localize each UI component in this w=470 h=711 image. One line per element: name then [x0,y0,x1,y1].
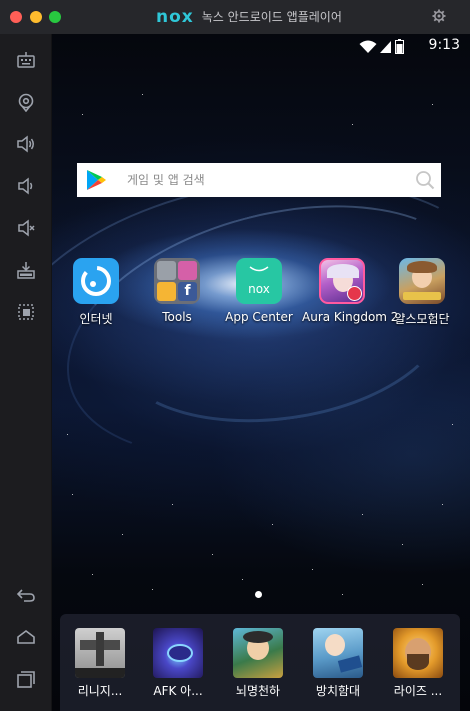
rise-of-kingdoms-icon [393,628,443,678]
lineage-icon [75,628,125,678]
dock-app-rise-of-kingdoms[interactable]: 라이즈 ... [386,628,450,699]
dock-app-lineage[interactable]: 리니지... [68,628,132,699]
tools-folder-icon: f [154,258,200,304]
settings-button[interactable] [432,9,446,23]
app-label: 방치함대 [315,684,361,698]
app-tools-folder[interactable]: f Tools [137,258,217,324]
aura-kingdom-icon [319,258,365,304]
recent-apps-button[interactable] [13,668,39,690]
dock-app-idle-fleet[interactable]: 방치함대 [306,628,370,699]
app-app-center[interactable]: nox App Center [219,258,299,324]
location-button[interactable] [13,91,39,113]
play-store-search-bar[interactable]: 게임 및 앱 검색 [77,163,441,197]
wifi-icon [359,40,377,53]
app-internet[interactable]: 인터넷 [56,258,136,327]
volume-down-icon [18,177,33,195]
thunder-game-icon [233,628,283,678]
app-label: Tools [162,310,192,324]
app-label: AFK 아... [153,684,203,698]
signal-icon [380,40,391,53]
app-center-logo-text: nox [248,282,270,296]
apk-install-icon [17,262,35,279]
mute-button[interactable] [13,217,39,239]
title-bar: nox 녹스 안드로이드 앱플레이어 [0,0,470,34]
dock: 리니지... AFK 아... 뇌명천하 방치함대 라이즈 ... [60,614,460,711]
android-screen[interactable]: 9:13 게임 및 앱 검색 인터넷 f Tools nox App Cente… [52,34,470,711]
app-center-icon: nox [236,258,282,304]
battery-icon [395,39,404,54]
internet-app-icon [73,258,119,304]
window-title: 녹스 안드로이드 앱플레이어 [201,10,342,24]
google-play-icon [87,170,106,190]
gear-icon [432,9,446,23]
multi-instance-icon [18,304,34,320]
app-adventure-team[interactable]: 얄스모험단 [382,258,462,327]
recent-apps-icon [17,671,35,688]
status-time: 9:13 [428,37,460,53]
location-icon [18,93,34,112]
app-label: 인터넷 [79,312,113,326]
home-button[interactable] [13,626,39,648]
search-icon[interactable] [415,170,435,190]
app-label: 리니지... [77,684,123,698]
mute-icon [18,219,35,237]
search-placeholder: 게임 및 앱 검색 [127,173,205,187]
apk-install-button[interactable] [13,259,39,281]
keyboard-button[interactable] [13,50,39,72]
nox-logo: nox [156,7,194,27]
app-aura-kingdom-2[interactable]: Aura Kingdom 2 [302,258,399,324]
close-window-button[interactable] [10,11,22,23]
brand: nox 녹스 안드로이드 앱플레이어 [156,7,342,27]
keyboard-icon [17,52,35,68]
toolbar-sidebar [0,34,52,711]
volume-down-button[interactable] [13,175,39,197]
page-indicator [255,591,262,598]
multi-instance-button[interactable] [13,301,39,323]
home-icon [17,630,35,644]
app-label: 뇌명천하 [235,684,281,698]
volume-up-button[interactable] [13,133,39,155]
app-label: App Center [225,310,293,324]
afk-arena-icon [153,628,203,678]
back-button[interactable] [13,584,39,606]
adventure-game-icon [399,258,445,304]
app-label: 라이즈 ... [393,684,443,698]
dock-app-thunder[interactable]: 뇌명천하 [226,628,290,699]
app-label: 얄스모험단 [394,312,450,326]
back-icon [16,589,35,602]
minimize-window-button[interactable] [30,11,42,23]
volume-up-icon [17,135,34,153]
maximize-window-button[interactable] [49,11,61,23]
idle-fleet-icon [313,628,363,678]
dock-app-afk-arena[interactable]: AFK 아... [146,628,210,699]
app-label: Aura Kingdom 2 [302,310,399,324]
status-bar: 9:13 [52,34,470,58]
